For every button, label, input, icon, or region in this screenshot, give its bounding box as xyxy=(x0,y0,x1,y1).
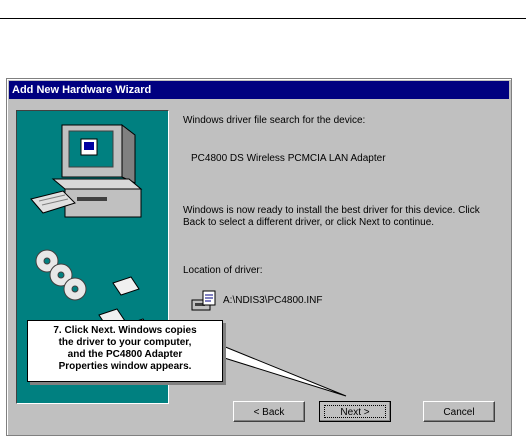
callout-line-4: Properties window appears. xyxy=(58,361,192,372)
instruction-callout: 7. Click Next. Windows copies the driver… xyxy=(27,320,223,382)
callout-line-2: the driver to your computer, xyxy=(58,337,192,348)
callout-line-1: 7. Click Next. Windows copies xyxy=(53,325,197,336)
callout-line-3: and the PC4800 Adapter xyxy=(67,349,183,360)
